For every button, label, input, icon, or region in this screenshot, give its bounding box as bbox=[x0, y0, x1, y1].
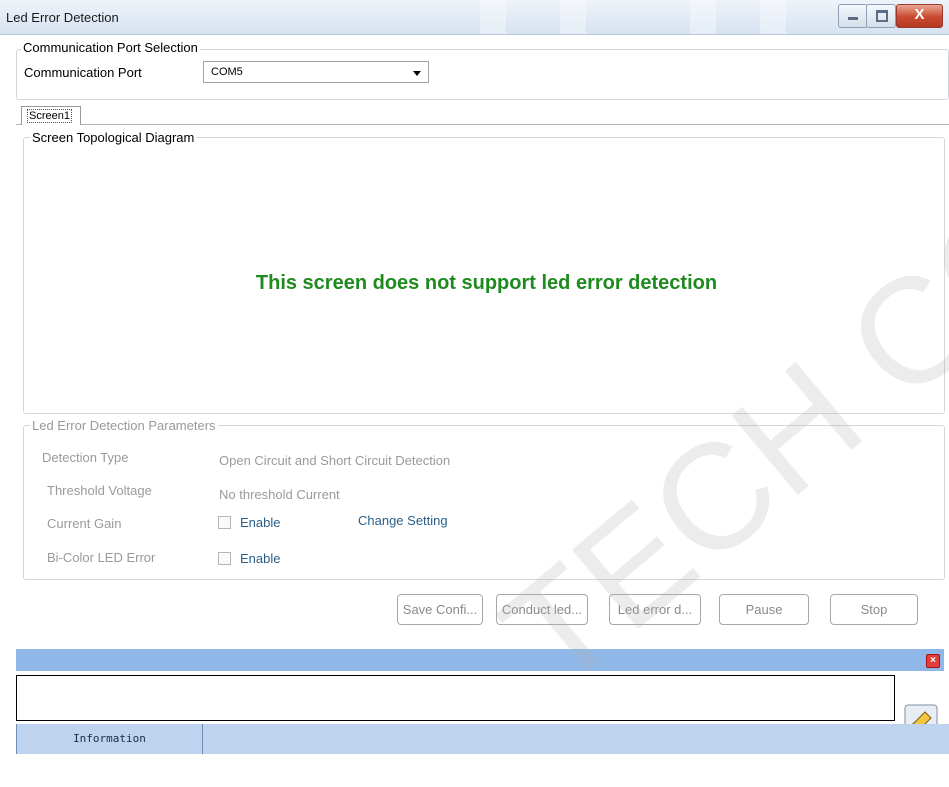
close-button[interactable]: X bbox=[896, 4, 943, 28]
current-gain-label: Current Gain bbox=[47, 516, 122, 531]
port-label: Communication Port bbox=[24, 65, 142, 80]
title-bar-decoration bbox=[560, 0, 586, 34]
detection-params-group bbox=[23, 425, 945, 580]
maximize-button[interactable] bbox=[866, 4, 896, 28]
detection-type-label: Detection Type bbox=[42, 450, 129, 465]
change-setting-link[interactable]: Change Setting bbox=[358, 513, 448, 528]
status-information-tab[interactable]: Information bbox=[16, 724, 203, 754]
title-bar-decoration bbox=[690, 0, 716, 34]
detection-params-legend: Led Error Detection Parameters bbox=[30, 418, 218, 433]
detection-type-value: Open Circuit and Short Circuit Detection bbox=[219, 453, 451, 468]
close-icon: X bbox=[914, 6, 925, 23]
port-selection-legend: Communication Port Selection bbox=[21, 40, 200, 55]
conduct-led-button[interactable]: Conduct led... bbox=[496, 594, 588, 625]
led-error-detection-button[interactable]: Led error d... bbox=[609, 594, 701, 625]
unsupported-message-text: This screen does not support led error d… bbox=[255, 272, 718, 294]
chevron-down-icon[interactable] bbox=[413, 71, 421, 76]
message-panel-header bbox=[16, 649, 944, 671]
topology-diagram-legend: Screen Topological Diagram bbox=[30, 130, 197, 145]
bicolor-enable-label[interactable]: Enable bbox=[240, 551, 280, 566]
save-config-button[interactable]: Save Confi... bbox=[397, 594, 483, 625]
title-bar: Led Error Detection X bbox=[0, 0, 949, 35]
title-bar-decoration bbox=[760, 0, 786, 34]
bicolor-led-error-label: Bi-Color LED Error bbox=[47, 550, 156, 565]
port-selection-group bbox=[16, 49, 949, 100]
threshold-voltage-label: Threshold Voltage bbox=[47, 483, 152, 498]
close-panel-icon[interactable]: × bbox=[926, 654, 940, 668]
message-log-area[interactable] bbox=[16, 675, 895, 721]
window-title: Led Error Detection bbox=[6, 10, 119, 25]
threshold-voltage-value: No threshold Current bbox=[219, 487, 340, 502]
title-bar-decoration bbox=[480, 0, 506, 34]
current-gain-checkbox[interactable] bbox=[218, 516, 231, 529]
tab-screen1[interactable]: Screen1 bbox=[21, 106, 81, 125]
pause-button[interactable]: Pause bbox=[719, 594, 809, 625]
unsupported-message: This screen does not support led error d… bbox=[0, 272, 949, 295]
current-gain-enable-label[interactable]: Enable bbox=[240, 515, 280, 530]
minimize-button[interactable] bbox=[838, 4, 868, 28]
bicolor-checkbox[interactable] bbox=[218, 552, 231, 565]
port-dropdown[interactable]: COM5 bbox=[203, 61, 429, 83]
stop-button[interactable]: Stop bbox=[830, 594, 918, 625]
tab-screen1-label: Screen1 bbox=[27, 109, 72, 123]
port-dropdown-value: COM5 bbox=[211, 66, 243, 78]
